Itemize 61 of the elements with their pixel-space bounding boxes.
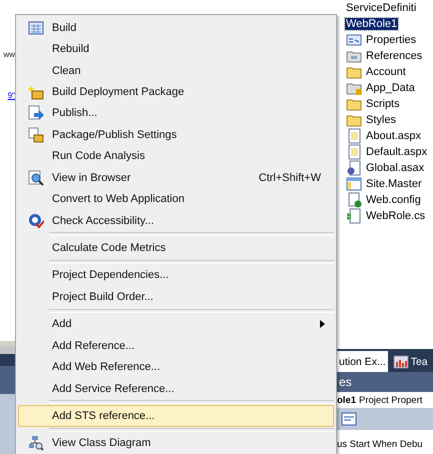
menu-item[interactable]: Build Deployment Package — [18, 81, 334, 103]
menu-item[interactable]: Project Dependencies... — [18, 264, 334, 286]
property-pages-icon[interactable] — [341, 411, 357, 427]
tree-item[interactable]: WebRole1 — [337, 16, 433, 32]
panel-tab[interactable]: Tea — [390, 351, 430, 372]
tree-item[interactable]: Styles — [337, 112, 433, 128]
tree-item[interactable]: References — [337, 48, 433, 64]
menu-item[interactable]: Add — [18, 314, 334, 335]
tree-item[interactable]: App_Data — [337, 80, 433, 96]
page-icon — [346, 128, 362, 144]
tree-item[interactable]: Default.aspx — [337, 144, 433, 160]
publish-icon — [28, 105, 44, 122]
tree-item[interactable]: Scripts — [337, 96, 433, 112]
menu-item[interactable]: Calculate Code Metrics — [18, 237, 334, 259]
menu-item[interactable]: Add STS reference... — [18, 405, 334, 427]
link-text[interactable]: 9" — [8, 91, 15, 100]
toolbar-strip — [0, 346, 15, 354]
menu-item[interactable]: Run Code Analysis — [18, 146, 334, 168]
tree-item[interactable]: About.aspx — [337, 128, 433, 144]
property-row-text: us Start When Debu — [337, 438, 424, 450]
build-grid-icon — [28, 20, 44, 36]
object-type: Project Propert — [359, 394, 422, 406]
tree-item[interactable]: Account — [337, 64, 433, 80]
panel-strip — [0, 394, 15, 454]
window-icon — [346, 176, 362, 192]
settings-package-icon — [28, 126, 44, 143]
menu-item[interactable]: View Class Diagram — [18, 432, 334, 454]
tree-item[interactable]: WebRole.cs — [337, 208, 433, 224]
menu-item[interactable]: Add Service Reference... — [18, 378, 334, 400]
menu-item[interactable]: Add Web Reference... — [18, 356, 334, 378]
window-edge-strip — [0, 341, 15, 346]
page-icon — [346, 144, 362, 160]
header-strip — [0, 366, 15, 394]
menu-item[interactable]: Convert to Web Application — [18, 188, 334, 210]
team-icon — [392, 354, 409, 370]
menu-item[interactable]: Check Accessibility... — [18, 210, 334, 232]
tree-item[interactable]: Properties — [337, 32, 433, 48]
text-fragment: ww — [3, 50, 15, 59]
tab-strip — [0, 354, 15, 366]
object-name: ole1 — [337, 394, 356, 406]
menu-item[interactable]: Add Reference... — [18, 334, 334, 356]
package-icon — [28, 84, 44, 100]
menu-item[interactable]: Clean — [18, 60, 334, 82]
menu-item[interactable]: Package/Publish Settings — [18, 124, 334, 146]
menu-item[interactable]: View in Browser Ctrl+Shift+W — [18, 167, 334, 188]
panel-header: es — [337, 372, 433, 392]
browser-magnifier-icon — [28, 170, 44, 186]
csharp-file-icon — [346, 208, 362, 224]
properties-icon — [346, 32, 362, 48]
tree-item[interactable]: Global.asax — [337, 160, 433, 176]
tree-item[interactable]: ServiceDefiniti — [337, 0, 433, 16]
tree-item[interactable]: Web.config — [337, 192, 433, 208]
panel-tab[interactable]: ution Ex... — [337, 351, 388, 372]
menu-item[interactable]: Rebuild — [18, 38, 334, 60]
menu-item[interactable]: Publish... — [18, 102, 334, 124]
class-diagram-icon — [28, 435, 44, 452]
tree-item[interactable]: Site.Master — [337, 176, 433, 192]
config-page-icon — [346, 192, 362, 208]
accessibility-check-icon — [28, 212, 44, 229]
menu-item[interactable]: Project Build Order... — [18, 286, 334, 308]
menu-item[interactable]: Build — [18, 17, 334, 38]
